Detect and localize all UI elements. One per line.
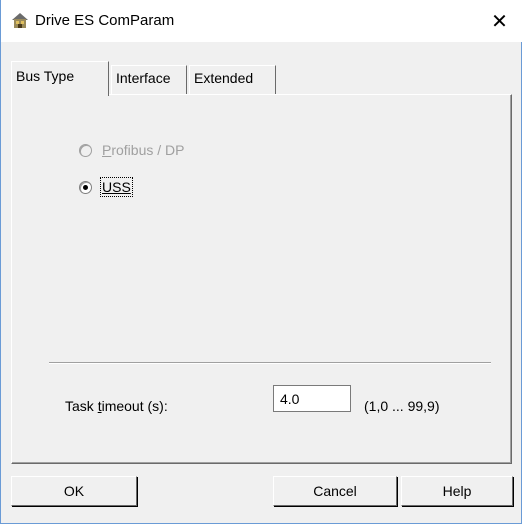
close-icon[interactable]: ✕ bbox=[477, 0, 522, 42]
tab-label: Interface bbox=[116, 70, 171, 86]
tab-bus-type[interactable]: Bus Type bbox=[11, 61, 109, 96]
tab-label: Extended bbox=[194, 70, 254, 86]
radio-label-uss: USS bbox=[100, 177, 133, 197]
radio-profibus-dp[interactable]: Profibus / DP bbox=[79, 142, 184, 158]
radio-label-profibus: Profibus / DP bbox=[102, 142, 185, 158]
dialog-window: Drive ES ComParam ✕ Bus Type Interface E… bbox=[0, 0, 522, 524]
help-button[interactable]: Help bbox=[401, 476, 513, 506]
separator bbox=[49, 362, 491, 364]
tab-label: Bus Type bbox=[16, 68, 75, 84]
radio-button[interactable] bbox=[79, 143, 92, 157]
window-title: Drive ES ComParam bbox=[35, 12, 175, 29]
title-bar: Drive ES ComParam ✕ bbox=[1, 0, 522, 42]
ok-button[interactable]: OK bbox=[11, 476, 137, 506]
tab-interface[interactable]: Interface bbox=[111, 65, 187, 94]
network-drive-icon bbox=[11, 12, 29, 30]
radio-dot bbox=[83, 184, 88, 190]
radio-uss[interactable]: USS bbox=[79, 177, 133, 197]
task-timeout-range: (1,0 ... 99,9) bbox=[364, 398, 440, 414]
tab-extended[interactable]: Extended bbox=[189, 65, 276, 94]
radio-button[interactable] bbox=[79, 180, 92, 194]
task-timeout-input[interactable] bbox=[273, 385, 351, 412]
task-timeout-label: Task timeout (s): bbox=[65, 398, 168, 414]
cancel-button[interactable]: Cancel bbox=[273, 476, 397, 506]
